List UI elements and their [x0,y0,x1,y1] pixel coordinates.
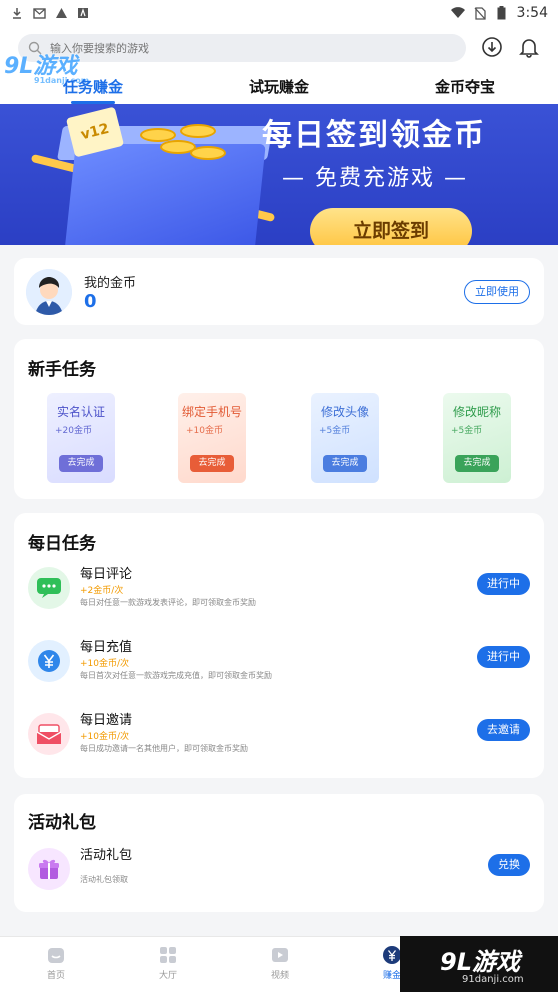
gift-desc: 活动礼包领取 [80,875,128,884]
newbie-task-avatar[interactable]: 修改头像 +5金币 去完成 [311,393,379,483]
watermark: 9L游戏 91danji.com [400,936,558,992]
task-reward: +2金币/次 [80,586,124,596]
task-name: 每日评论 [80,567,133,582]
nav-home[interactable]: 首页 [0,937,112,992]
task-go-button[interactable]: 去完成 [455,455,499,472]
tab-coin-treasure[interactable]: 金币夺宝 [372,72,558,104]
newbie-task-realname[interactable]: 实名认证 +20金币 去完成 [47,393,115,483]
task-name: 修改昵称 [452,405,501,419]
header: 9L游戏 91danji.com 任务赚金 试玩赚金 金币夺宝 [0,26,558,104]
event-gift-card: 活动礼包 活动礼包 活动礼包领取 兑换 [14,794,544,912]
redeem-button[interactable]: 兑换 [488,854,530,876]
event-gift-item: 活动礼包 活动礼包领取 兑换 [14,842,544,898]
event-title: 活动礼包 [28,813,96,833]
banner-title: 每日签到领金币 [262,118,486,153]
yuan-icon [28,640,70,682]
clock: 3:54 [516,5,548,21]
task-go-button[interactable]: 去完成 [59,455,103,472]
task-name: 每日充值 [80,640,133,655]
play-icon [270,945,290,965]
no-sim-icon [473,6,487,20]
checkin-banner[interactable]: v12 每日签到领金币 — 免费充游戏 — 立即签到 [0,104,558,245]
newbie-task-list: 实名认证 +20金币 去完成 绑定手机号 +10金币 去完成 修改头像 +5金币… [14,393,544,483]
envelope-icon [28,713,70,755]
use-coins-button[interactable]: 立即使用 [464,280,530,304]
task-status-button[interactable]: 进行中 [477,573,530,595]
task-status-button[interactable]: 进行中 [477,646,530,668]
task-go-button[interactable]: 去完成 [190,455,234,472]
status-bar: 3:54 [0,0,558,26]
checkin-button[interactable]: 立即签到 [310,208,472,245]
home-icon [46,945,66,965]
nav-label: 赚金 [382,971,401,981]
coin-icon [180,124,216,138]
newbie-tasks-card: 新手任务 实名认证 +20金币 去完成 绑定手机号 +10金币 去完成 修改头像… [14,339,544,499]
banner-subtitle: — 免费充游戏 — [282,166,468,191]
search-input[interactable] [50,41,430,55]
task-status-button[interactable]: 去邀请 [477,719,530,741]
task-name: 每日邀请 [80,713,133,728]
newbie-title: 新手任务 [28,360,96,380]
grid-icon [158,945,178,965]
nav-label: 大厅 [158,971,177,981]
gift-icon [28,848,70,890]
mail-icon [32,6,46,20]
comment-icon [28,567,70,609]
newbie-task-bind-phone[interactable]: 绑定手机号 +10金币 去完成 [178,393,246,483]
notification-button[interactable] [516,34,542,60]
nav-label: 首页 [46,971,65,981]
tab-bar: 任务赚金 试玩赚金 金币夺宝 [0,72,558,104]
warning-icon [54,6,68,20]
gift-name: 活动礼包 [80,848,133,863]
task-reward: +10金币/次 [80,659,130,669]
task-reward: +10金币 [186,426,223,436]
coin-icon [190,146,226,160]
task-name: 绑定手机号 [181,405,242,419]
tab-trial-earn[interactable]: 试玩赚金 [186,72,372,104]
newbie-task-nickname[interactable]: 修改昵称 +5金币 去完成 [443,393,511,483]
bell-icon [519,39,539,58]
gift-box-illustration [64,144,266,245]
battery-icon [495,6,509,20]
task-desc: 每日首次对任意一款游戏完成充值，即可领取金币奖励 [80,671,272,680]
nav-video[interactable]: 视频 [224,937,336,992]
daily-tasks-card: 每日任务 每日评论 +2金币/次 每日对任意一款游戏发表评论，即可领取金币奖励 … [14,513,544,778]
nav-hall[interactable]: 大厅 [112,937,224,992]
watermark-url: 91danji.com [462,974,524,985]
download-icon [10,6,24,20]
daily-task-recharge: 每日充值 +10金币/次 每日首次对任意一款游戏完成充值，即可领取金币奖励 进行… [14,634,544,690]
task-name: 实名认证 [56,405,105,419]
daily-task-comment: 每日评论 +2金币/次 每日对任意一款游戏发表评论，即可领取金币奖励 进行中 [14,561,544,617]
task-go-button[interactable]: 去完成 [323,455,367,472]
task-desc: 每日对任意一款游戏发表评论，即可领取金币奖励 [80,598,256,607]
nav-label: 视频 [270,971,289,981]
task-desc: 每日成功邀请一名其他用户，即可领取金币奖励 [80,744,248,753]
task-reward: +20金币 [55,426,92,436]
app-a-icon [76,6,90,20]
task-name: 修改头像 [320,405,369,419]
task-reward: +5金币 [319,426,351,436]
daily-title: 每日任务 [28,534,96,554]
coins-value: 0 [84,291,97,312]
task-reward: +5金币 [451,426,483,436]
daily-task-invite: 每日邀请 +10金币/次 每日成功邀请一名其他用户，即可领取金币奖励 去邀请 [14,707,544,763]
download-button[interactable] [479,34,505,60]
tab-task-earn[interactable]: 任务赚金 [0,72,186,104]
coins-label: 我的金币 [84,276,137,291]
wifi-icon [450,6,465,20]
coin-yuan-icon [382,945,402,965]
avatar [26,269,72,315]
watermark-logo: 9L游戏 [440,948,520,976]
my-coins-card: 我的金币 0 立即使用 [14,258,544,325]
task-reward: +10金币/次 [80,732,130,742]
download-circle-icon [482,37,502,57]
